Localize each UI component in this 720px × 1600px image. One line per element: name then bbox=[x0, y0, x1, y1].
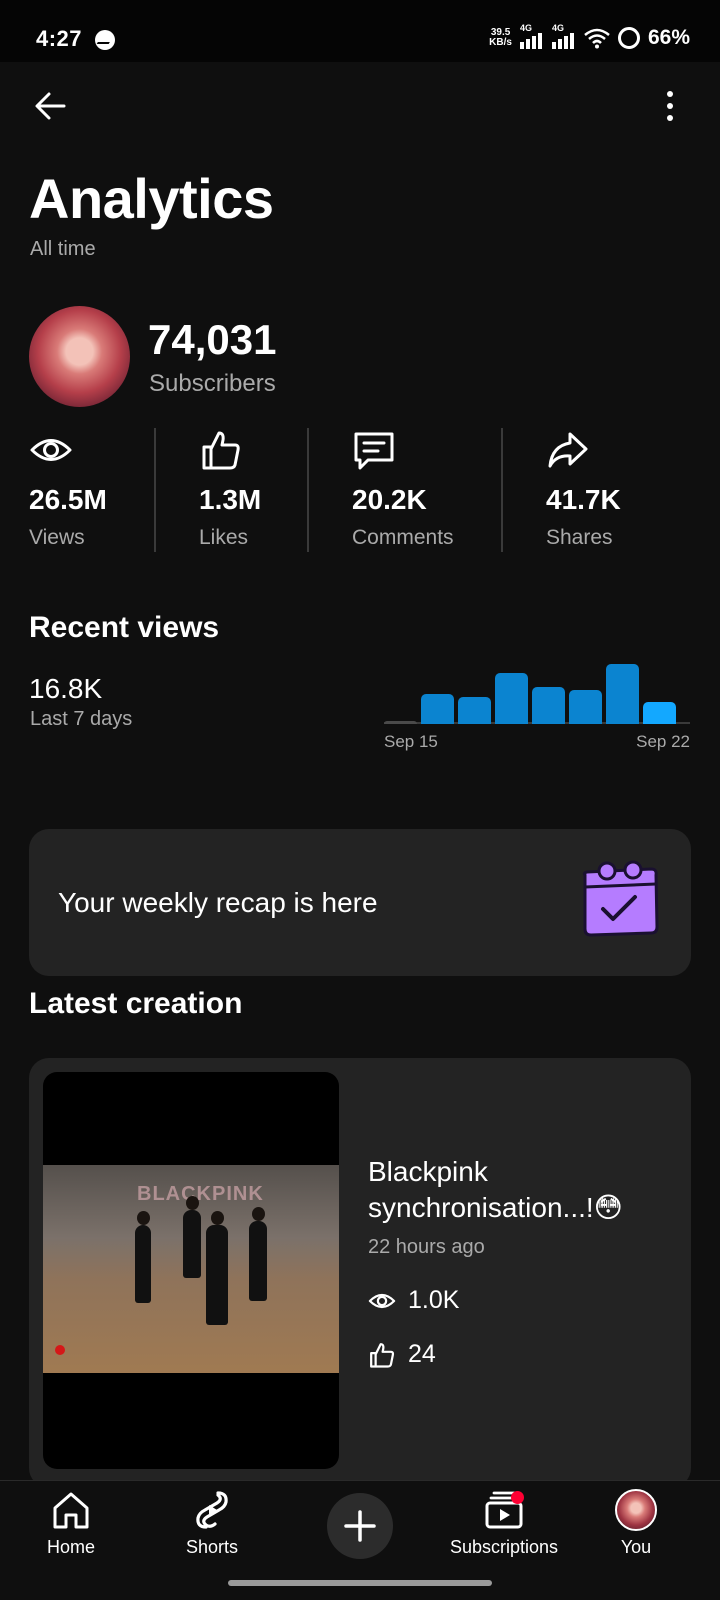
stat-divider bbox=[501, 428, 503, 552]
home-indicator bbox=[228, 1580, 492, 1586]
nav-shorts[interactable]: Shorts bbox=[147, 1489, 277, 1558]
video-age: 22 hours ago bbox=[368, 1236, 485, 1258]
thumbnail-image: BLACKPINK bbox=[43, 1165, 339, 1373]
nav-subscriptions-label: Subscriptions bbox=[449, 1537, 559, 1557]
latest-creation-title: Latest creation bbox=[29, 987, 243, 1020]
stat-label: Shares bbox=[546, 526, 613, 549]
home-icon bbox=[53, 1492, 89, 1529]
more-options-button[interactable] bbox=[648, 84, 692, 128]
chart-bar bbox=[569, 690, 602, 724]
recent-views-chart[interactable]: Sep 15 Sep 22 bbox=[384, 652, 690, 762]
stat-value: 26.5M bbox=[29, 484, 107, 515]
thumbs-up-icon bbox=[202, 431, 240, 470]
video-views-value: 1.0K bbox=[408, 1286, 460, 1314]
status-time: 4:27 bbox=[36, 26, 83, 51]
thumbnail-dancer bbox=[249, 1207, 267, 1301]
stat-value: 41.7K bbox=[546, 484, 621, 515]
stat-divider bbox=[307, 428, 309, 552]
status-bar: 4:27 39.5 KB/s 4G 4G 66% bbox=[0, 0, 720, 62]
nav-home[interactable]: Home bbox=[6, 1489, 136, 1558]
signal-icon: 4G bbox=[519, 23, 544, 49]
date-range-label: All time bbox=[30, 238, 96, 260]
chart-bar bbox=[458, 697, 491, 724]
weekly-recap-text: Your weekly recap is here bbox=[58, 887, 378, 918]
chart-bar bbox=[643, 702, 676, 724]
network-type-2: 4G bbox=[551, 23, 564, 33]
nav-shorts-label: Shorts bbox=[185, 1537, 239, 1557]
video-thumbnail[interactable]: BLACKPINK bbox=[43, 1072, 339, 1469]
nav-you[interactable]: You bbox=[571, 1489, 701, 1558]
battery-percent: 66% bbox=[647, 26, 690, 49]
video-likes: 24 bbox=[368, 1340, 436, 1369]
network-speed-unit: KB/s bbox=[489, 37, 512, 48]
thumbs-up-icon bbox=[370, 1342, 395, 1368]
chart-bar bbox=[384, 721, 417, 724]
nav-you-label: You bbox=[620, 1537, 652, 1557]
record-dot-icon bbox=[55, 1345, 65, 1355]
nav-home-label: Home bbox=[46, 1537, 95, 1557]
stat-label: Comments bbox=[352, 526, 454, 549]
stat-label: Views bbox=[29, 526, 85, 549]
eye-icon bbox=[368, 1293, 396, 1308]
chart-x-end-label: Sep 22 bbox=[636, 732, 690, 751]
notification-dot bbox=[511, 1491, 524, 1504]
video-likes-value: 24 bbox=[408, 1340, 436, 1368]
arrow-left-icon bbox=[35, 92, 66, 120]
subscriber-count: 74,031 bbox=[148, 316, 277, 363]
recent-views-label: Last 7 days bbox=[30, 708, 133, 730]
messenger-icon bbox=[95, 30, 115, 50]
thumbnail-dancer bbox=[183, 1196, 201, 1278]
create-button[interactable] bbox=[327, 1493, 393, 1559]
stat-value: 20.2K bbox=[352, 484, 427, 515]
network-type-1: 4G bbox=[519, 23, 532, 33]
chart-bar bbox=[495, 673, 528, 724]
subscriber-label: Subscribers bbox=[149, 370, 276, 397]
chart-x-start-label: Sep 15 bbox=[384, 732, 438, 751]
comment-icon bbox=[354, 432, 394, 470]
plus-icon bbox=[344, 1510, 376, 1542]
recent-views-title: Recent views bbox=[29, 611, 220, 644]
network-speed: 39.5 KB/s bbox=[489, 28, 512, 48]
recent-views-value: 16.8K bbox=[29, 673, 103, 704]
share-icon bbox=[548, 432, 588, 468]
user-avatar bbox=[615, 1489, 657, 1531]
stat-label: Likes bbox=[199, 526, 249, 549]
page-title: Analytics bbox=[29, 167, 274, 230]
status-icons: 39.5 KB/s 4G 4G 66% bbox=[489, 23, 690, 50]
stat-divider bbox=[154, 428, 156, 552]
signal-icon: 4G bbox=[551, 23, 576, 49]
video-views: 1.0K bbox=[368, 1286, 459, 1315]
wifi-icon bbox=[584, 28, 610, 49]
more-vert-icon bbox=[667, 91, 673, 97]
chart-bar bbox=[606, 664, 639, 724]
battery-icon bbox=[617, 27, 640, 49]
calendar-check-icon bbox=[582, 860, 659, 937]
chart-bar bbox=[532, 687, 565, 724]
video-title[interactable]: Blackpink synchronisation...!😳 bbox=[368, 1154, 668, 1226]
nav-subscriptions[interactable]: Subscriptions bbox=[439, 1489, 569, 1558]
chart-bar bbox=[421, 694, 454, 724]
eye-icon bbox=[30, 439, 72, 461]
stat-value: 1.3M bbox=[199, 484, 262, 515]
channel-avatar[interactable] bbox=[29, 306, 130, 407]
latest-video-card[interactable]: BLACKPINK Blackpink synchronisation...!😳… bbox=[29, 1058, 691, 1488]
shorts-icon bbox=[196, 1491, 228, 1529]
weekly-recap-card[interactable]: Your weekly recap is here bbox=[29, 829, 691, 976]
thumbnail-wall-text: BLACKPINK bbox=[137, 1183, 264, 1205]
thumbnail-dancer bbox=[135, 1211, 151, 1303]
back-button[interactable] bbox=[28, 84, 72, 128]
thumbnail-dancer bbox=[206, 1211, 228, 1325]
